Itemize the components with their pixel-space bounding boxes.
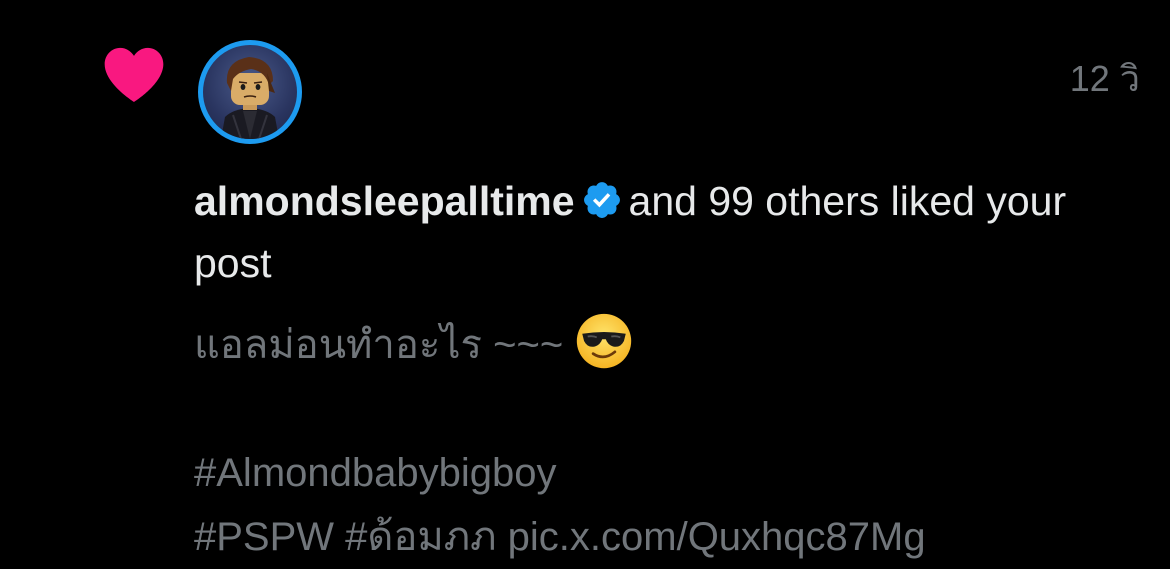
verified-badge-icon — [583, 182, 620, 218]
timestamp: 12 วิ — [1069, 58, 1140, 99]
post-gap — [194, 377, 1134, 441]
hashtag-link[interactable]: #PSPW — [194, 515, 334, 559]
like-notification[interactable]: 12 วิ almondsleepalltime and 99 others l… — [0, 0, 1170, 569]
heart-icon — [104, 47, 164, 102]
notification-headline: almondsleepalltime and 99 others liked y… — [194, 170, 1134, 294]
media-link[interactable]: pic.x.com/Quxhqc87Mg — [508, 515, 926, 559]
username-link[interactable]: almondsleepalltime — [194, 178, 575, 224]
notification-content: almondsleepalltime and 99 others liked y… — [194, 170, 1134, 569]
sunglasses-emoji-icon — [577, 313, 632, 369]
post-line-3: #PSPW #ด้อมภภ pic.x.com/Quxhqc87Mg — [194, 505, 1134, 569]
avatar[interactable] — [198, 40, 302, 144]
post-caption: แอลม่อนทำอะไร ~~~ — [194, 323, 564, 367]
post-line-1: แอลม่อนทำอะไร ~~~ — [194, 312, 1134, 377]
post-line-2: #Almondbabybigboy — [194, 441, 1134, 505]
hashtag-link[interactable]: #Almondbabybigboy — [194, 451, 556, 495]
lego-avatar — [221, 57, 279, 139]
post-text[interactable]: แอลม่อนทำอะไร ~~~ #Almondbabybigboy #PSP… — [194, 312, 1134, 569]
hashtag-link[interactable]: #ด้อมภภ — [345, 515, 496, 559]
